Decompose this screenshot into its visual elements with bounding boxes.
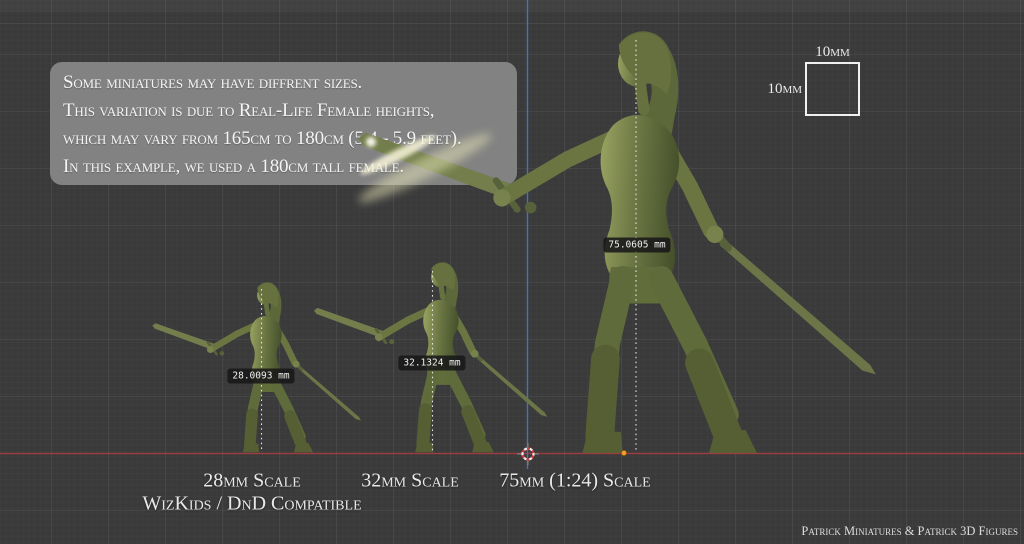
caption-32mm-scale: 32mm Scale (361, 470, 459, 493)
measurement-label-75mm: 75.0605 mm (603, 238, 670, 253)
caption-75mm-scale: 75mm (1:24) Scale (499, 470, 650, 493)
measurement-label-28mm: 28.0093 mm (227, 369, 294, 384)
object-origin-dot (621, 450, 626, 455)
watermark-text: Patrick Miniatures & Patrick 3D Figures (801, 524, 1018, 539)
caption-28mm-subtitle: WizKids / DnD Compatible (142, 493, 361, 516)
miniature-28mm[interactable] (152, 282, 361, 452)
reference-square-width-label: 10mm (805, 44, 860, 60)
reference-square-10mm[interactable] (805, 62, 860, 116)
scene-svg (0, 0, 1024, 544)
reference-square-height-label: 10mm (758, 81, 802, 97)
viewport-3d[interactable]: Some miniatures may have diffrent sizes.… (0, 0, 1024, 544)
caption-28mm-scale: 28mm Scale (203, 470, 301, 493)
measurement-label-32mm: 32.1324 mm (398, 356, 465, 371)
